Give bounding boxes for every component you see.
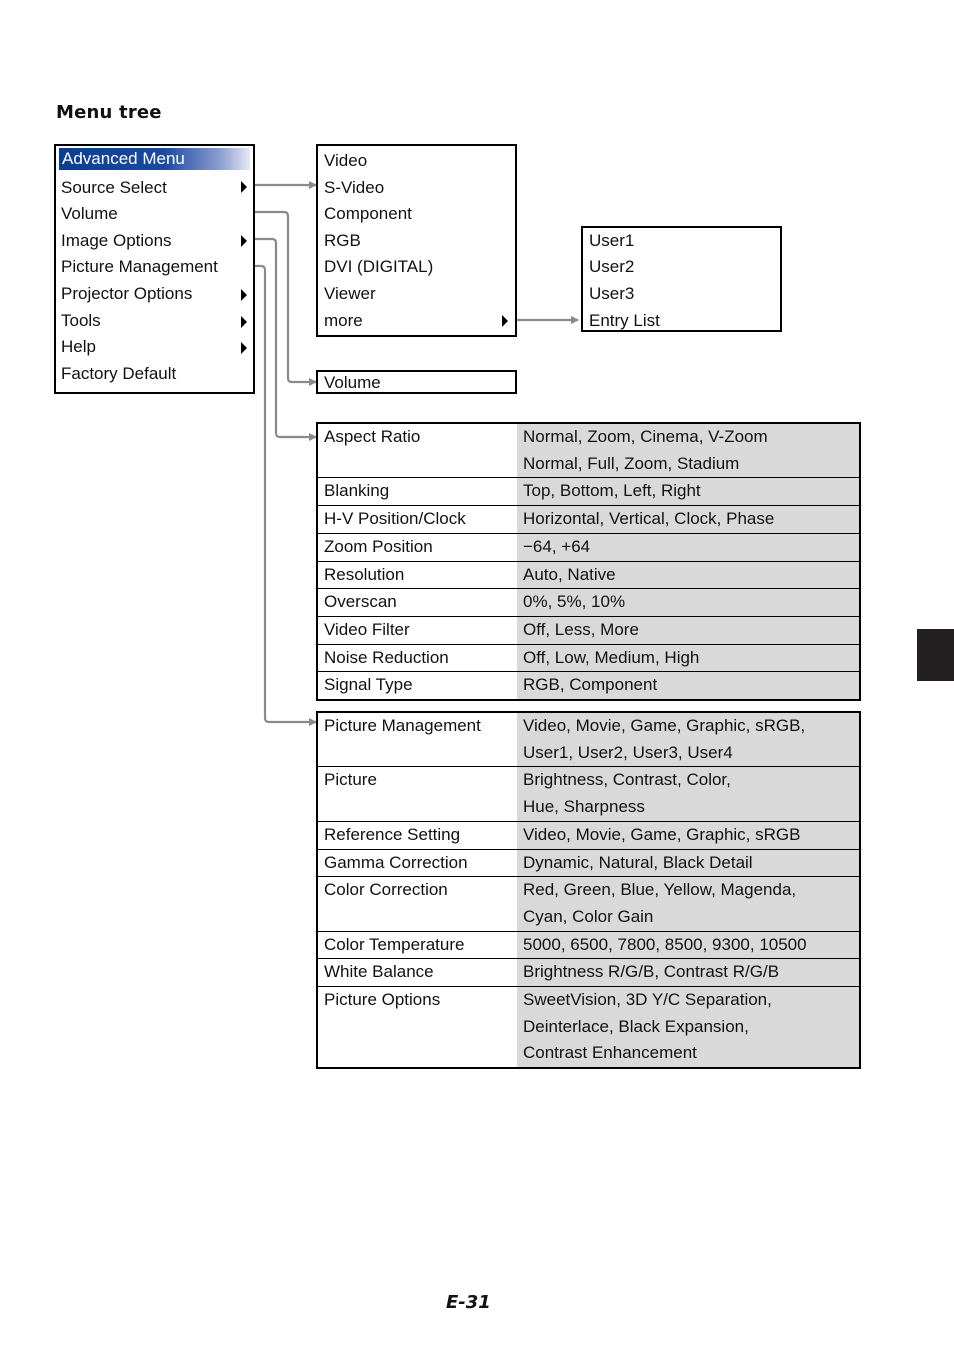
connector-image-options: [248, 237, 317, 441]
table-row: Video Filter Off, Less, More: [317, 615, 860, 645]
setting-name[interactable]: H-V Position/Clock: [317, 505, 517, 534]
table-row: Picture Management Video, Movie, Game, Gr…: [317, 712, 860, 767]
more-item[interactable]: User2: [589, 257, 634, 277]
menu-item-volume[interactable]: Volume: [61, 204, 118, 224]
setting-options: RGB, Component: [517, 671, 860, 701]
setting-options: −64, +64: [517, 532, 860, 562]
menu-item-factory-default[interactable]: Factory Default: [61, 364, 176, 384]
setting-options: Video, Movie, Game, Graphic, sRGB, User1…: [517, 712, 860, 767]
more-item-entry-list[interactable]: Entry List: [589, 311, 660, 331]
setting-options: Brightness, Contrast, Color, Hue, Sharpn…: [517, 766, 860, 822]
source-item[interactable]: Viewer: [324, 284, 376, 304]
setting-options: 0%, 5%, 10%: [517, 588, 860, 617]
more-menu: User1 User2 User3 Entry List: [581, 226, 782, 332]
table-row: Blanking Top, Bottom, Left, Right: [317, 477, 860, 506]
table-row: Zoom Position −64, +64: [317, 532, 860, 562]
setting-options: Horizontal, Vertical, Clock, Phase: [517, 505, 860, 534]
advanced-menu: Advanced Menu Source Select Volume Image…: [54, 144, 255, 394]
table-row: Picture Options SweetVision, 3D Y/C Separ…: [317, 986, 860, 1069]
setting-options: SweetVision, 3D Y/C Separation, Deinterl…: [517, 986, 860, 1069]
more-item[interactable]: User1: [589, 231, 634, 251]
setting-name[interactable]: Overscan: [317, 588, 517, 617]
setting-name[interactable]: Gamma Correction: [317, 848, 517, 877]
setting-name[interactable]: Signal Type: [317, 671, 517, 701]
submenu-arrow-icon: [241, 289, 247, 301]
setting-name[interactable]: Picture: [317, 766, 517, 822]
setting-name[interactable]: Blanking: [317, 477, 517, 506]
source-item[interactable]: Component: [324, 204, 412, 224]
submenu-arrow-icon: [241, 342, 247, 354]
setting-options: Top, Bottom, Left, Right: [517, 477, 860, 506]
setting-options: Normal, Zoom, Cinema, V-Zoom Normal, Ful…: [517, 423, 860, 478]
submenu-arrow-icon: [241, 235, 247, 247]
table-row: H-V Position/Clock Horizontal, Vertical, …: [317, 505, 860, 534]
setting-name[interactable]: Reference Setting: [317, 820, 517, 850]
chapter-tab-marker: [917, 629, 954, 681]
source-item[interactable]: RGB: [324, 231, 361, 251]
setting-options: Video, Movie, Game, Graphic, sRGB: [517, 820, 860, 850]
table-row: Overscan 0%, 5%, 10%: [317, 588, 860, 617]
submenu-arrow-icon: [502, 315, 508, 327]
setting-options: Off, Less, More: [517, 615, 860, 645]
setting-options: Red, Green, Blue, Yellow, Magenda, Cyan,…: [517, 876, 860, 932]
submenu-arrow-icon: [241, 181, 247, 193]
setting-name[interactable]: Noise Reduction: [317, 643, 517, 672]
setting-options: 5000, 6500, 7800, 8500, 9300, 10500: [517, 930, 860, 959]
setting-options: Auto, Native: [517, 560, 860, 589]
menu-item-projector-options[interactable]: Projector Options: [61, 284, 192, 304]
menu-item-picture-management[interactable]: Picture Management: [61, 257, 218, 277]
advanced-menu-header: Advanced Menu: [59, 148, 250, 170]
volume-item[interactable]: Volume: [324, 373, 381, 393]
submenu-arrow-icon: [241, 316, 247, 328]
setting-options: Off, Low, Medium, High: [517, 643, 860, 672]
setting-options: Dynamic, Natural, Black Detail: [517, 848, 860, 877]
table-row: Resolution Auto, Native: [317, 560, 860, 589]
more-item[interactable]: User3: [589, 284, 634, 304]
page-number: E-31: [446, 1292, 491, 1313]
table-row: Color Correction Red, Green, Blue, Yellow…: [317, 876, 860, 932]
setting-name[interactable]: Resolution: [317, 560, 517, 589]
source-item-more[interactable]: more: [324, 311, 363, 331]
table-row: Noise Reduction Off, Low, Medium, High: [317, 643, 860, 672]
setting-name[interactable]: White Balance: [317, 958, 517, 987]
table-row: Reference Setting Video, Movie, Game, Gra…: [317, 820, 860, 850]
setting-name[interactable]: Video Filter: [317, 615, 517, 645]
advanced-menu-header-label: Advanced Menu: [62, 149, 185, 168]
setting-name[interactable]: Zoom Position: [317, 532, 517, 562]
setting-name[interactable]: Color Correction: [317, 876, 517, 932]
menu-item-image-options[interactable]: Image Options: [61, 231, 172, 251]
setting-name[interactable]: Picture Management: [317, 712, 517, 767]
table-row: Signal Type RGB, Component: [317, 671, 860, 701]
image-options-table: Aspect Ratio Normal, Zoom, Cinema, V-Zoom…: [316, 422, 861, 702]
setting-name[interactable]: Picture Options: [317, 986, 517, 1069]
picture-management-table: Picture Management Video, Movie, Game, Gr…: [316, 711, 861, 1070]
source-item[interactable]: DVI (DIGITAL): [324, 257, 433, 277]
source-select-menu: Video S-Video Component RGB DVI (DIGITAL…: [316, 144, 517, 337]
table-row: Picture Brightness, Contrast, Color, Hue,…: [317, 766, 860, 822]
volume-menu: Volume: [316, 370, 517, 394]
source-item[interactable]: S-Video: [324, 178, 384, 198]
table-row: Aspect Ratio Normal, Zoom, Cinema, V-Zoom…: [317, 423, 860, 478]
menu-item-source-select[interactable]: Source Select: [61, 178, 167, 198]
setting-name[interactable]: Color Temperature: [317, 930, 517, 959]
menu-item-tools[interactable]: Tools: [61, 311, 101, 331]
menu-item-help[interactable]: Help: [61, 337, 96, 357]
setting-options: Brightness R/G/B, Contrast R/G/B: [517, 958, 860, 987]
source-item[interactable]: Video: [324, 151, 367, 171]
table-row: Color Temperature 5000, 6500, 7800, 8500,…: [317, 930, 860, 959]
table-row: White Balance Brightness R/G/B, Contrast …: [317, 958, 860, 987]
table-row: Gamma Correction Dynamic, Natural, Black …: [317, 848, 860, 877]
setting-name[interactable]: Aspect Ratio: [317, 423, 517, 478]
